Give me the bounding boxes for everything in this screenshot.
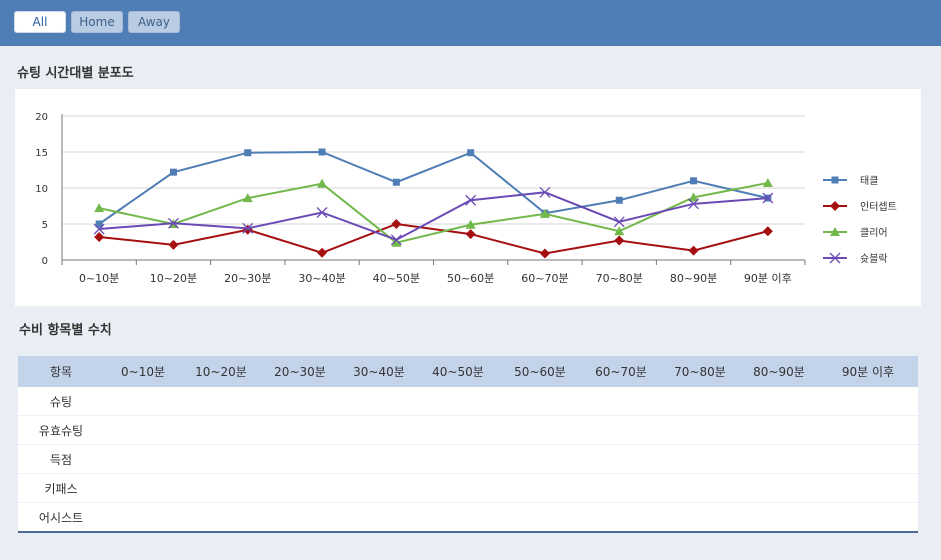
tab-away[interactable]: Away: [128, 11, 180, 33]
table-row: 어시스트: [18, 503, 918, 532]
column-header: 30~40분: [340, 356, 418, 387]
x-tick-label: 30~40분: [298, 272, 345, 285]
column-header: 항목: [18, 356, 104, 387]
chart-section-title: 슈팅 시간대별 분포도: [17, 66, 134, 81]
data-point: [690, 177, 698, 185]
column-header: 40~50분: [418, 356, 498, 387]
table-row: 키패스: [18, 473, 918, 503]
x-tick-label: 20~30분: [224, 272, 271, 285]
data-point: [94, 231, 105, 242]
table-row: 유효슈팅: [18, 415, 918, 445]
data-point: [317, 178, 328, 188]
x-tick-label: 0~10분: [79, 272, 119, 285]
x-tick-label: 80~90분: [670, 272, 717, 285]
column-header: 90분 이후: [818, 356, 918, 387]
data-point: [467, 149, 475, 157]
x-tick-label: 70~80분: [596, 272, 643, 285]
data-point: [392, 178, 400, 186]
chart-panel: 0 5 10 15 20 0~10분 10~20분 20~30분 30~40분 40~50분 50~…: [15, 89, 921, 306]
column-header: 70~80분: [660, 356, 740, 387]
column-header: 60~70분: [582, 356, 660, 387]
data-point: [762, 226, 773, 237]
column-header: 20~30분: [260, 356, 340, 387]
data-point: [539, 248, 550, 259]
column-header: 80~90분: [740, 356, 818, 387]
data-point: [762, 177, 773, 187]
series-line: [98, 181, 769, 244]
x-tick-label: 90분 이후: [744, 272, 792, 285]
y-tick-label: 10: [35, 184, 48, 195]
row-label: 슈팅: [18, 387, 104, 416]
y-tick-label: 20: [35, 112, 48, 123]
data-point: [317, 247, 328, 258]
table-section-title: 수비 항목별 수치: [19, 323, 112, 338]
defense-stats-table: 항목 0~10분 10~20분 20~30분 30~40분 40~50분 50~…: [18, 356, 918, 533]
table-row: 슈팅: [18, 387, 918, 416]
column-header: 0~10분: [104, 356, 182, 387]
legend-label: 슛블락: [860, 253, 888, 265]
x-tick-label: 40~50분: [373, 272, 420, 285]
legend-label: 태클: [860, 175, 878, 187]
row-label: 키패스: [18, 473, 104, 503]
x-tick-label: 50~60분: [447, 272, 494, 285]
x-tick-label: 60~70분: [521, 272, 568, 285]
legend-label: 클리어: [860, 227, 888, 239]
series-line: [99, 222, 769, 255]
table-row: 득점: [18, 444, 918, 474]
data-point: [94, 203, 105, 213]
y-tick-label: 5: [42, 220, 48, 231]
line-chart: 0 5 10 15 20 0~10분 10~20분 20~30분 30~40분 40~50분 50~…: [35, 112, 897, 285]
data-point: [391, 219, 402, 229]
row-label: 어시스트: [38, 510, 84, 525]
top-bar: All Home Away: [0, 0, 941, 46]
legend-label: 인터셉트: [860, 201, 897, 213]
data-point: [615, 196, 623, 204]
y-tick-label: 15: [35, 148, 48, 159]
data-point: [614, 235, 625, 246]
data-point: [244, 149, 252, 157]
data-point: [169, 168, 177, 176]
data-point: [318, 148, 326, 156]
legend-marker: [831, 176, 839, 184]
data-point: [465, 229, 476, 240]
y-tick-label: 0: [42, 256, 48, 267]
x-tick-label: 10~20분: [150, 272, 197, 285]
row-label: 유효슈팅: [18, 415, 104, 445]
data-point: [688, 245, 699, 256]
row-label: 득점: [18, 444, 104, 474]
tab-all[interactable]: All: [14, 11, 66, 33]
table-header-row: 항목 0~10분 10~20분 20~30분 30~40분 40~50분 50~…: [18, 356, 918, 387]
column-header: 50~60분: [498, 356, 582, 387]
data-point: [242, 224, 253, 235]
legend-marker: [830, 201, 840, 211]
column-header: 10~20분: [182, 356, 260, 387]
data-point: [168, 239, 179, 250]
tab-home[interactable]: Home: [71, 11, 123, 33]
